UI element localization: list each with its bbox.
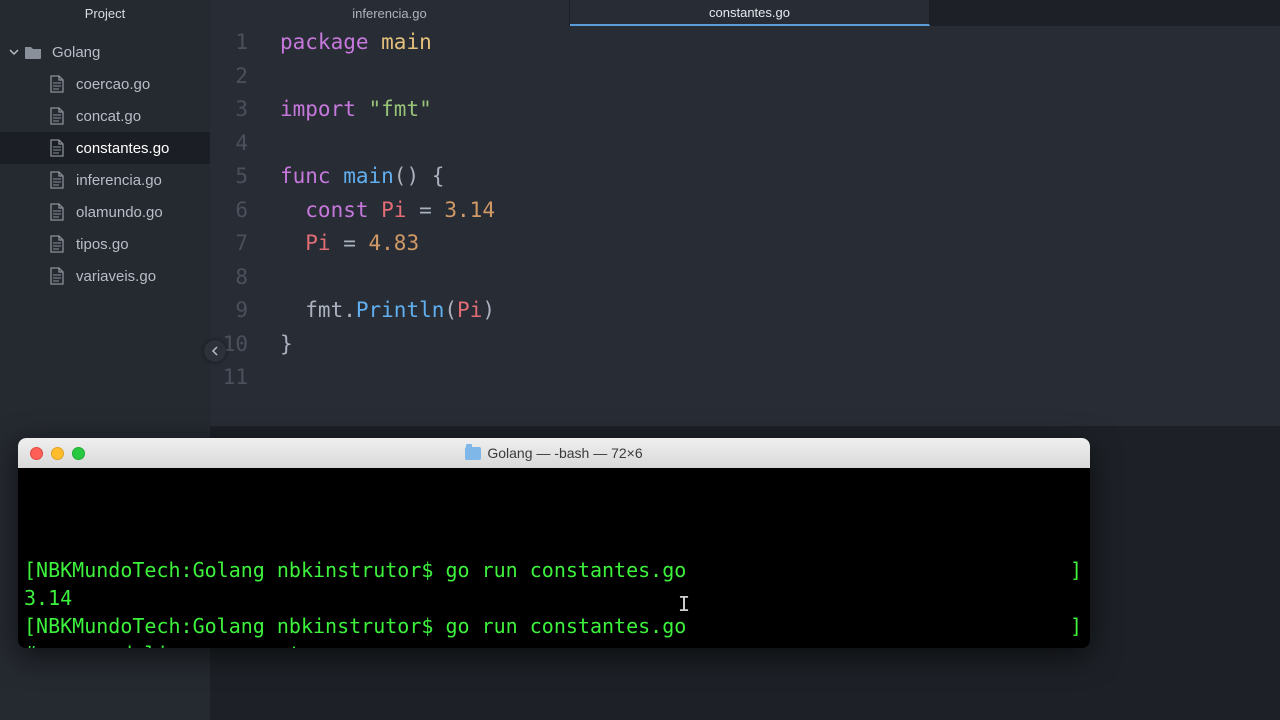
code-line[interactable] bbox=[280, 261, 1280, 295]
tree-file[interactable]: concat.go bbox=[0, 100, 210, 132]
folder-icon bbox=[24, 43, 42, 61]
file-icon bbox=[48, 107, 66, 125]
chevron-down-icon bbox=[8, 46, 20, 58]
line-gutter: 1234567891011 bbox=[210, 26, 262, 426]
close-window-button[interactable] bbox=[30, 447, 43, 460]
tree-file[interactable]: variaveis.go bbox=[0, 260, 210, 292]
line-number: 11 bbox=[210, 361, 248, 395]
terminal-title-text: Golang — -bash — 72×6 bbox=[487, 445, 642, 461]
line-number: 1 bbox=[210, 26, 248, 60]
folder-label: Golang bbox=[52, 44, 100, 61]
collapse-sidebar-button[interactable] bbox=[204, 340, 226, 362]
terminal-line: [NBKMundoTech:Golang nbkinstrutor$ go ru… bbox=[24, 612, 1084, 640]
line-number: 6 bbox=[210, 194, 248, 228]
line-number: 3 bbox=[210, 93, 248, 127]
file-icon bbox=[48, 235, 66, 253]
file-label: tipos.go bbox=[76, 236, 129, 253]
terminal-title: Golang — -bash — 72×6 bbox=[18, 445, 1090, 461]
code-line[interactable]: Pi = 4.83 bbox=[280, 227, 1280, 261]
file-tree: Golang coercao.go concat.go constantes.g… bbox=[0, 26, 210, 292]
file-label: inferencia.go bbox=[76, 172, 162, 189]
code-line[interactable]: package main bbox=[280, 26, 1280, 60]
file-label: concat.go bbox=[76, 108, 141, 125]
line-number: 9 bbox=[210, 294, 248, 328]
folder-icon bbox=[465, 447, 481, 460]
code-line[interactable]: } bbox=[280, 328, 1280, 362]
code-line[interactable] bbox=[280, 127, 1280, 161]
line-number: 5 bbox=[210, 160, 248, 194]
code-area[interactable]: package main import "fmt" func main() { co… bbox=[262, 26, 1280, 426]
window-controls bbox=[30, 447, 85, 460]
code-line[interactable]: const Pi = 3.14 bbox=[280, 194, 1280, 228]
line-number: 7 bbox=[210, 227, 248, 261]
terminal-window: Golang — -bash — 72×6 I [NBKMundoTech:Go… bbox=[18, 438, 1090, 648]
terminal-line: # command-line-arguments bbox=[24, 640, 1084, 648]
terminal-output[interactable]: I [NBKMundoTech:Golang nbkinstrutor$ go … bbox=[18, 468, 1090, 648]
tree-file[interactable]: coercao.go bbox=[0, 68, 210, 100]
code-line[interactable] bbox=[280, 361, 1280, 395]
editor-tab[interactable]: inferencia.go bbox=[210, 0, 570, 26]
editor-tab[interactable]: constantes.go bbox=[570, 0, 930, 26]
code-line[interactable]: import "fmt" bbox=[280, 93, 1280, 127]
terminal-line: [NBKMundoTech:Golang nbkinstrutor$ go ru… bbox=[24, 556, 1084, 584]
code-editor[interactable]: 1234567891011 package mainimport "fmt"fu… bbox=[210, 26, 1280, 426]
file-label: olamundo.go bbox=[76, 204, 163, 221]
code-line[interactable]: func main() { bbox=[280, 160, 1280, 194]
code-line[interactable] bbox=[280, 60, 1280, 94]
sidebar-title: Project bbox=[0, 0, 210, 26]
file-label: coercao.go bbox=[76, 76, 150, 93]
file-icon bbox=[48, 171, 66, 189]
line-number: 4 bbox=[210, 127, 248, 161]
tree-folder-golang[interactable]: Golang bbox=[0, 36, 210, 68]
terminal-titlebar[interactable]: Golang — -bash — 72×6 bbox=[18, 438, 1090, 468]
line-number: 8 bbox=[210, 261, 248, 295]
file-label: variaveis.go bbox=[76, 268, 156, 285]
minimize-window-button[interactable] bbox=[51, 447, 64, 460]
file-label: constantes.go bbox=[76, 140, 169, 157]
code-line[interactable]: fmt.Println(Pi) bbox=[280, 294, 1280, 328]
tree-file[interactable]: tipos.go bbox=[0, 228, 210, 260]
tree-file[interactable]: constantes.go bbox=[0, 132, 210, 164]
file-icon bbox=[48, 267, 66, 285]
zoom-window-button[interactable] bbox=[72, 447, 85, 460]
editor-tabs: inferencia.goconstantes.go bbox=[210, 0, 1280, 26]
terminal-line: 3.14 bbox=[24, 584, 1084, 612]
file-icon bbox=[48, 75, 66, 93]
file-icon bbox=[48, 203, 66, 221]
line-number: 2 bbox=[210, 60, 248, 94]
tree-file[interactable]: olamundo.go bbox=[0, 196, 210, 228]
file-icon bbox=[48, 139, 66, 157]
tree-file[interactable]: inferencia.go bbox=[0, 164, 210, 196]
